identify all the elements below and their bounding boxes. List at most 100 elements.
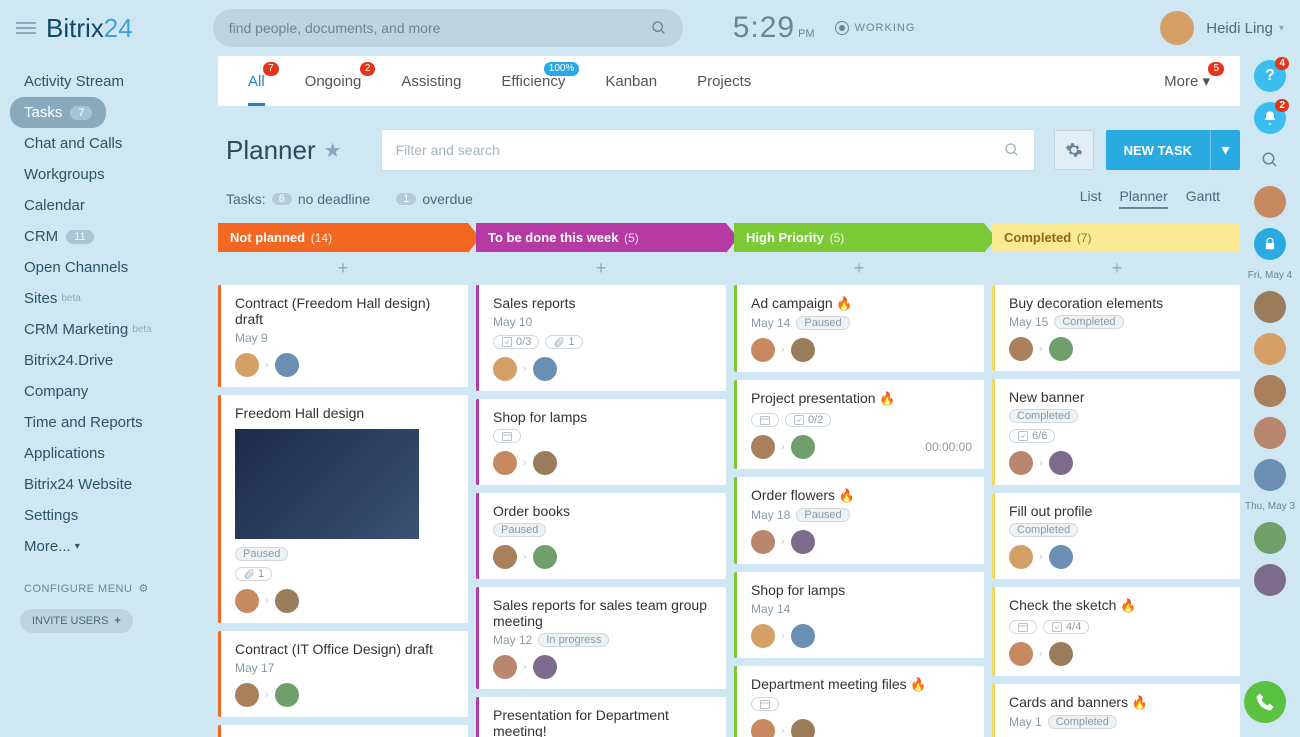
add-card-button[interactable]: + (476, 252, 726, 285)
task-card[interactable]: Project presentation 🔥 0/2›00:00:00 (734, 380, 984, 469)
avatar[interactable] (1009, 337, 1033, 361)
task-card[interactable]: Presentation for Department meeting!May … (476, 697, 726, 737)
attachment-pill[interactable]: 1 (545, 335, 582, 349)
column-header[interactable]: To be done this week (5) (476, 223, 726, 252)
column-header[interactable]: Not planned (14) (218, 223, 468, 252)
view-planner[interactable]: Planner (1119, 188, 1167, 209)
contact-avatar[interactable] (1254, 522, 1286, 554)
avatar[interactable] (751, 530, 775, 554)
no-deadline-count[interactable]: 6 (272, 193, 292, 205)
avatar[interactable] (275, 589, 299, 613)
overdue-count[interactable]: 1 (396, 193, 416, 205)
task-card[interactable]: Ad campaign 🔥May 14Paused› (734, 285, 984, 372)
avatar[interactable] (533, 451, 557, 475)
sidebar-item[interactable]: Bitrix24 Website (10, 469, 218, 500)
add-card-button[interactable]: + (992, 252, 1240, 285)
invite-users-button[interactable]: INVITE USERS + (20, 609, 133, 633)
avatar[interactable] (235, 353, 259, 377)
avatar[interactable] (533, 545, 557, 569)
settings-button[interactable] (1054, 130, 1094, 170)
checklist-pill[interactable]: 6/6 (1009, 429, 1055, 443)
phone-fab[interactable] (1244, 681, 1286, 723)
sidebar-item[interactable]: Tasks7 (10, 97, 106, 128)
task-card[interactable]: Cards and banners 🔥May 1Completed› (992, 684, 1240, 737)
avatar[interactable] (1009, 642, 1033, 666)
help-button[interactable]: ? 4 (1254, 60, 1286, 92)
task-card[interactable]: Shop for lamps› (476, 399, 726, 485)
avatar[interactable] (751, 624, 775, 648)
menu-toggle-icon[interactable] (16, 19, 36, 37)
contact-avatar[interactable] (1254, 564, 1286, 596)
task-card[interactable]: Contract (Freedom Hall design) draftMay … (218, 285, 468, 387)
calendar-pill[interactable] (751, 413, 779, 427)
task-card[interactable]: Freedom Hall designPaused 1› (218, 395, 468, 623)
avatar[interactable] (791, 338, 815, 362)
sidebar-item[interactable]: More... ▾ (10, 531, 218, 562)
lock-button[interactable] (1254, 228, 1286, 260)
user-menu[interactable]: Heidi Ling ▾ (1160, 11, 1284, 45)
contact-avatar[interactable] (1254, 417, 1286, 449)
filter-search-input[interactable] (396, 142, 1004, 158)
task-card[interactable]: Department meeting files 🔥› (734, 666, 984, 737)
avatar[interactable] (751, 435, 775, 459)
avatar[interactable] (791, 624, 815, 648)
column-header[interactable]: High Priority (5) (734, 223, 984, 252)
avatar[interactable] (493, 357, 517, 381)
working-status[interactable]: WORKING (835, 21, 916, 35)
contact-avatar[interactable] (1254, 333, 1286, 365)
sidebar-item[interactable]: Sitesbeta (10, 283, 218, 314)
avatar[interactable] (1049, 642, 1073, 666)
filter-search[interactable] (382, 130, 1034, 170)
global-search[interactable] (213, 9, 683, 47)
sidebar-item[interactable]: Chat and Calls (10, 128, 218, 159)
notifications-button[interactable]: 2 (1254, 102, 1286, 134)
sidebar-item[interactable]: Time and Reports (10, 407, 218, 438)
task-card[interactable]: Sales reportsMay 10 0/3 1› (476, 285, 726, 391)
add-card-button[interactable]: + (734, 252, 984, 285)
task-card[interactable]: Sales reports for sales team group meeti… (476, 587, 726, 689)
sidebar-item[interactable]: Applications (10, 438, 218, 469)
task-card[interactable]: Buy decoration elementsMay 15Completed› (992, 285, 1240, 371)
tab[interactable]: Efficiency100% (481, 56, 585, 106)
sidebar-item[interactable]: Company (10, 376, 218, 407)
view-list[interactable]: List (1080, 188, 1102, 209)
tab[interactable]: Kanban (585, 56, 677, 106)
sidebar-item[interactable]: Bitrix24.Drive (10, 345, 218, 376)
attachment-pill[interactable]: 1 (235, 567, 272, 581)
add-card-button[interactable]: + (218, 252, 468, 285)
task-card[interactable]: Contract (IT Office Design) draftMay 17› (218, 631, 468, 717)
configure-menu[interactable]: CONFIGURE MENU ⚙ (10, 582, 218, 595)
calendar-pill[interactable] (493, 429, 521, 443)
avatar[interactable] (1049, 337, 1073, 361)
avatar[interactable] (751, 719, 775, 737)
rail-search-button[interactable] (1254, 144, 1286, 176)
avatar[interactable] (1049, 451, 1073, 475)
avatar[interactable] (493, 451, 517, 475)
contact-avatar[interactable] (1254, 459, 1286, 491)
contact-avatar[interactable] (1254, 186, 1286, 218)
new-task-button[interactable]: NEW TASK (1106, 130, 1210, 170)
sidebar-item[interactable]: Workgroups (10, 159, 218, 190)
sidebar-item[interactable]: Settings (10, 500, 218, 531)
sidebar-item[interactable]: CRM Marketingbeta (10, 314, 218, 345)
column-header[interactable]: Completed (7) (992, 223, 1240, 252)
avatar[interactable] (533, 655, 557, 679)
avatar[interactable] (493, 545, 517, 569)
avatar[interactable] (235, 683, 259, 707)
calendar-pill[interactable] (1009, 620, 1037, 634)
sidebar-item[interactable]: Activity Stream (10, 66, 218, 97)
avatar[interactable] (235, 589, 259, 613)
avatar[interactable] (1049, 545, 1073, 569)
avatar[interactable] (493, 655, 517, 679)
avatar[interactable] (1009, 451, 1033, 475)
task-card[interactable]: Fill out profileCompleted› (992, 493, 1240, 579)
sidebar-item[interactable]: CRM11 (10, 221, 218, 252)
task-card[interactable]: Order flowers 🔥May 18Paused› (734, 477, 984, 564)
contact-avatar[interactable] (1254, 375, 1286, 407)
task-card[interactable]: High resolution banner printingMay 22In … (218, 725, 468, 737)
star-icon[interactable]: ★ (324, 138, 342, 163)
avatar[interactable] (751, 338, 775, 362)
tab[interactable]: Assisting (381, 56, 481, 106)
task-card[interactable]: New bannerCompleted 6/6› (992, 379, 1240, 485)
task-card[interactable]: Order booksPaused› (476, 493, 726, 579)
